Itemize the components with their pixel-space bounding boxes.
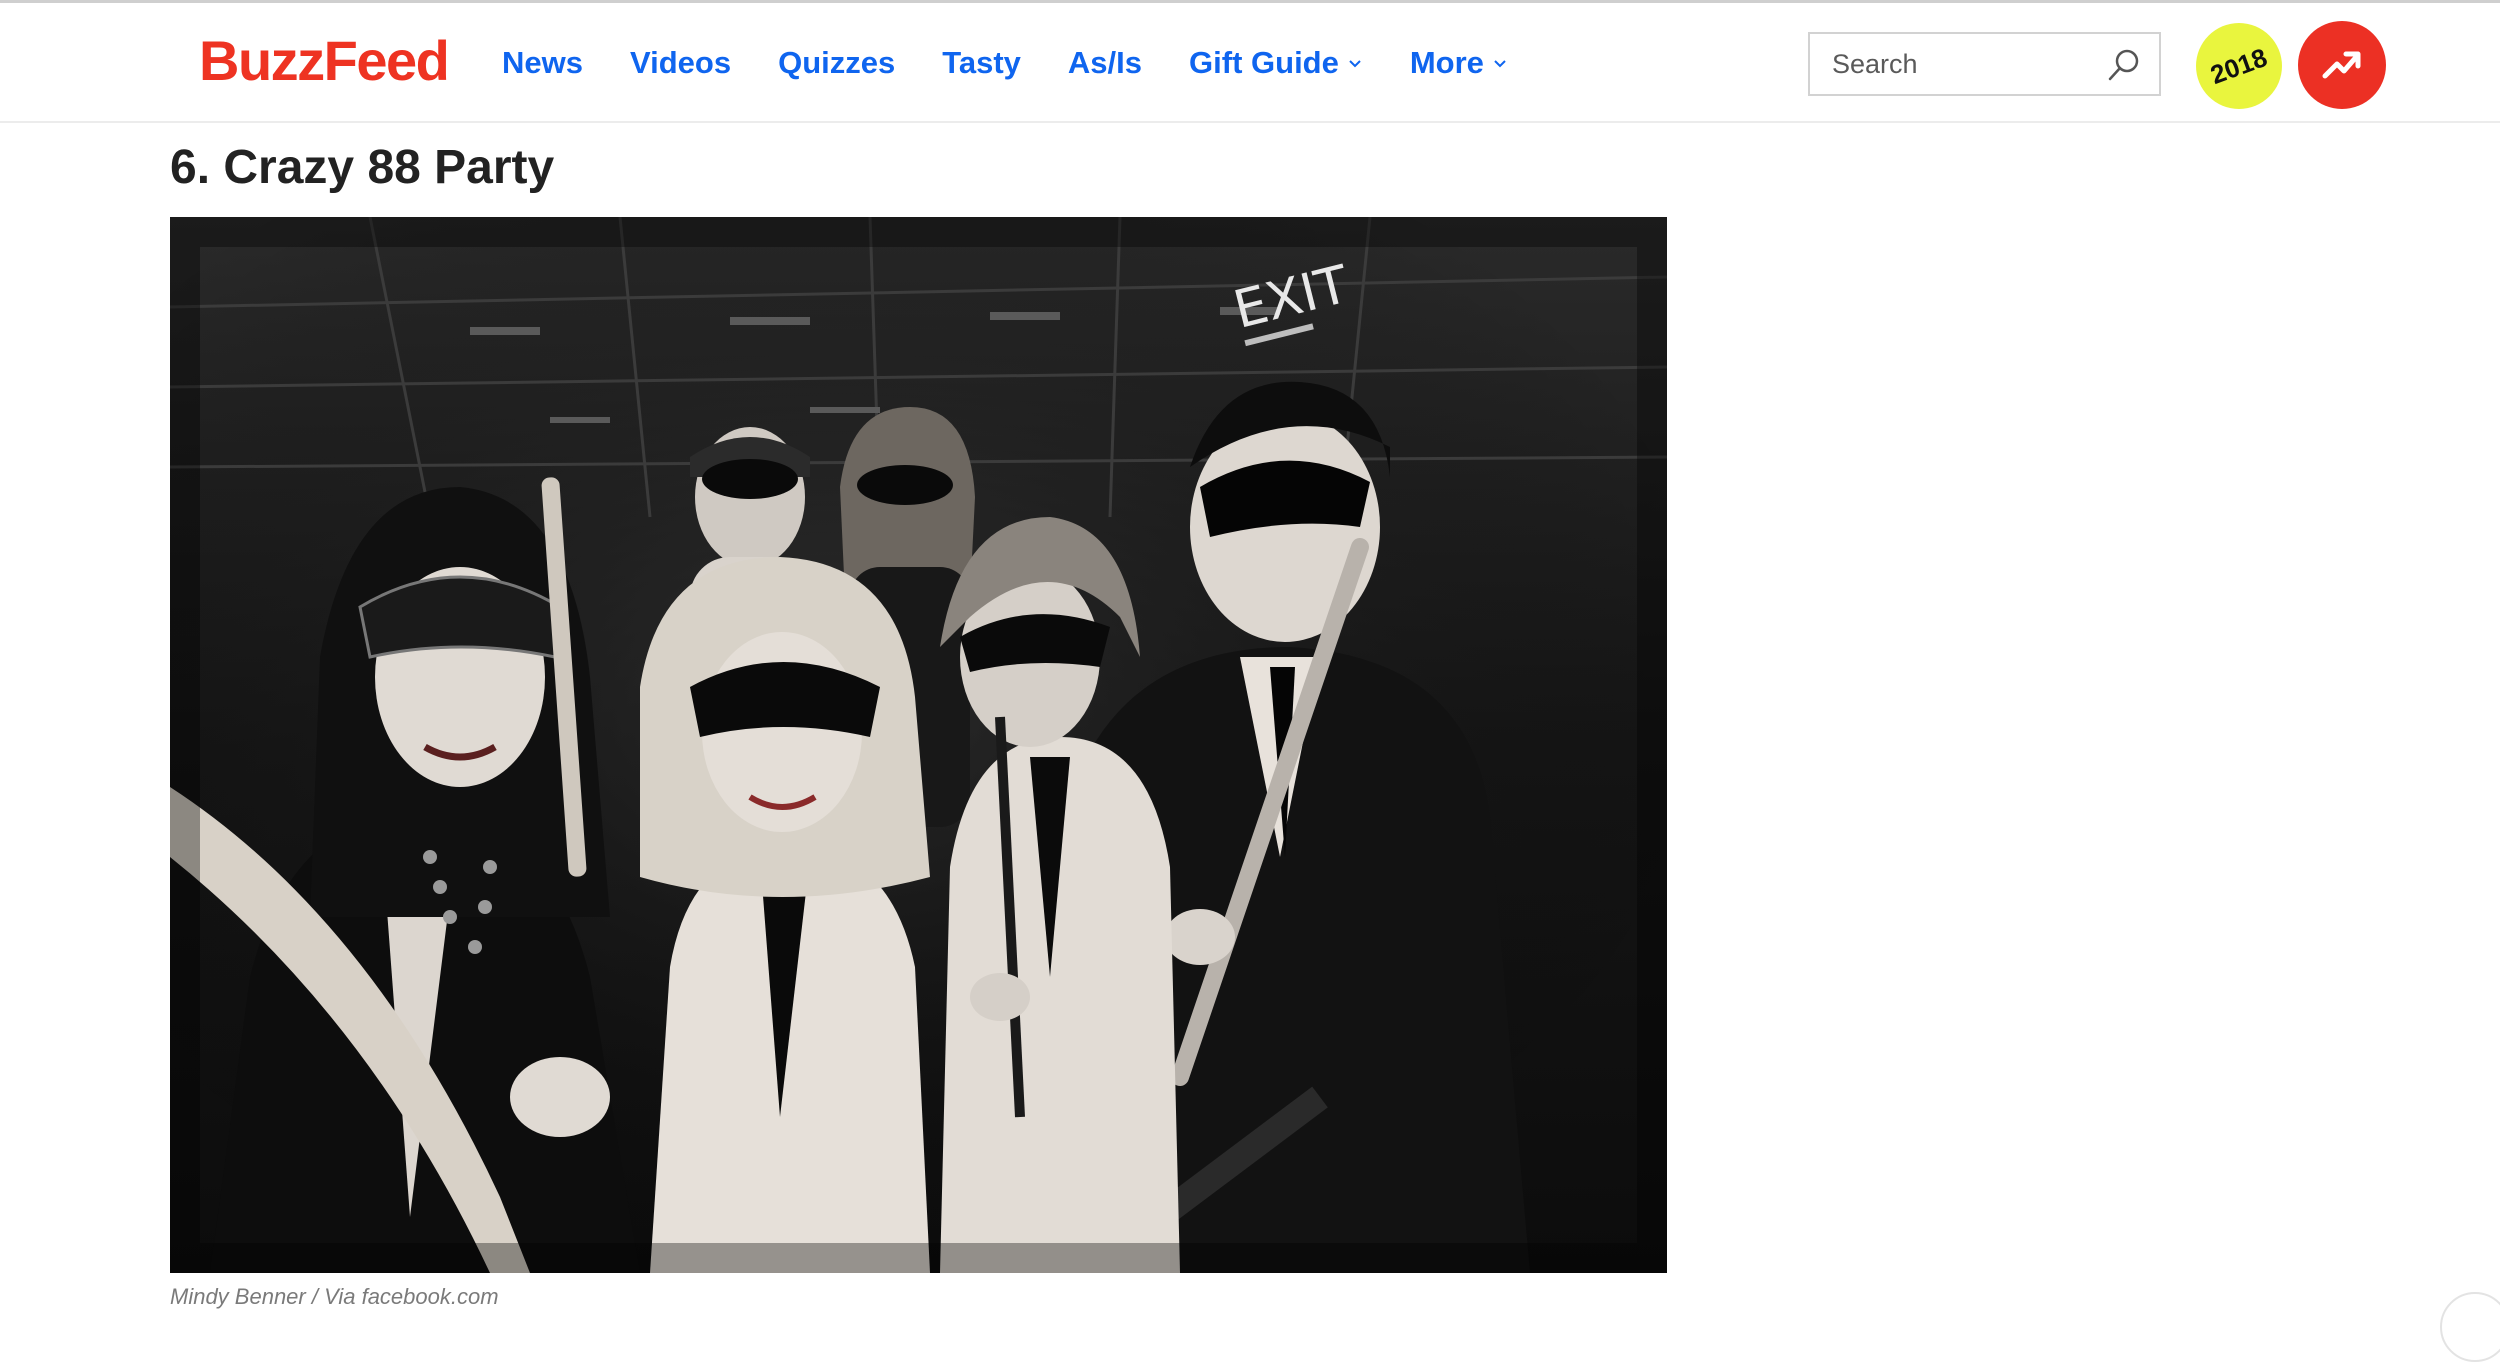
photo-credit[interactable]: Mindy Benner / Via facebook.com xyxy=(170,1282,499,1312)
nav-videos-label: Videos xyxy=(629,45,732,80)
buzzfeed-logo[interactable]: BuzzFeed xyxy=(199,29,450,93)
year-2018-label: 2018 xyxy=(2206,41,2272,90)
trending-button[interactable] xyxy=(2298,21,2386,109)
chevron-down-icon xyxy=(1494,60,1506,68)
chevron-down-icon xyxy=(1349,60,1361,68)
nav-quizzes-label: Quizzes xyxy=(778,45,896,80)
search-icon[interactable] xyxy=(2106,47,2142,83)
nav-quizzes[interactable]: Quizzes xyxy=(778,43,895,83)
main-nav: News Videos Quizzes Tasty As/Is Gift Gui… xyxy=(502,43,1555,83)
party-photo: EXIT xyxy=(170,217,1667,1273)
nav-as-is-label: As/Is xyxy=(1067,45,1143,80)
trending-arrow-icon xyxy=(2322,51,2361,79)
scroll-indicator xyxy=(2440,1292,2500,1362)
search-input[interactable] xyxy=(1810,34,2090,94)
nav-tasty-label: Tasty xyxy=(942,45,1021,80)
year-2018-badge[interactable]: 2018 xyxy=(2196,23,2282,109)
item-title: 6. Crazy 88 Party xyxy=(170,141,555,194)
nav-more-label: More xyxy=(1409,45,1484,80)
party-photo-illustration: EXIT xyxy=(170,217,1667,1273)
nav-tasty[interactable]: Tasty xyxy=(942,43,1021,83)
nav-more[interactable]: More xyxy=(1410,43,1508,83)
nav-news[interactable]: News xyxy=(502,43,583,83)
nav-gift-guide[interactable]: Gift Guide xyxy=(1189,43,1363,83)
nav-videos[interactable]: Videos xyxy=(630,43,731,83)
site-header: BuzzFeed News Videos Quizzes Tasty As/Is… xyxy=(0,3,2500,123)
search-box xyxy=(1808,32,2161,96)
nav-gift-guide-label: Gift Guide xyxy=(1189,45,1339,80)
nav-news-label: News xyxy=(502,45,583,80)
nav-as-is[interactable]: As/Is xyxy=(1068,43,1142,83)
